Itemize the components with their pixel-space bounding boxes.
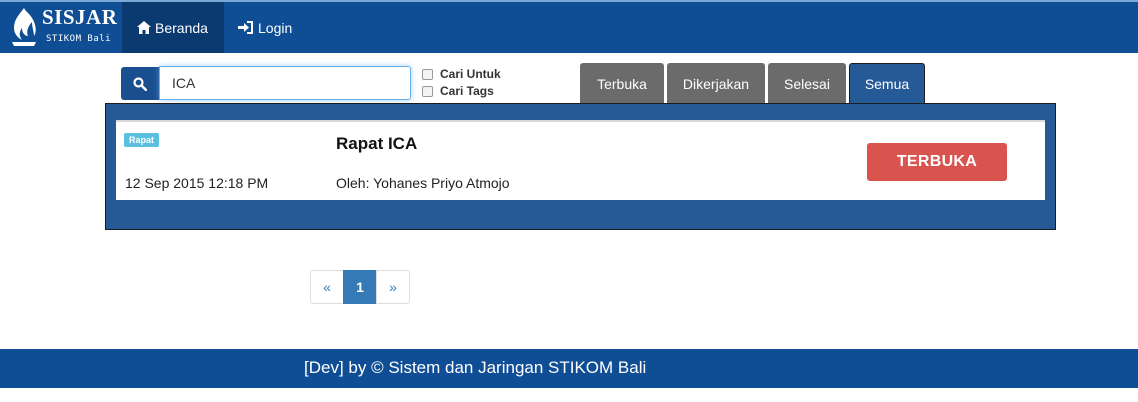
brand-subtitle: STIKOM Bali (46, 34, 112, 44)
search-input[interactable] (159, 66, 411, 100)
nav-login-link[interactable]: Login (224, 2, 314, 53)
tab-dikerjakan[interactable]: Dikerjakan (667, 63, 765, 104)
category-badge: Rapat (124, 133, 160, 147)
cari-tags-label: Cari Tags (440, 84, 494, 98)
search-icon (133, 76, 147, 91)
tab-semua[interactable]: Semua (849, 63, 925, 104)
cari-untuk-checkbox[interactable]: Cari Untuk (422, 67, 501, 81)
flame-logo-icon (12, 8, 36, 46)
search-button[interactable] (121, 67, 159, 100)
footer-text: [Dev] by © Sistem dan Jaringan STIKOM Ba… (304, 358, 647, 377)
cari-tags-box[interactable] (422, 85, 433, 97)
nav-home-link[interactable]: Beranda (122, 2, 224, 53)
item-date: 12 Sep 2015 12:18 PM (125, 175, 269, 191)
pagination-next[interactable]: » (376, 270, 410, 304)
cari-tags-checkbox[interactable]: Cari Tags (422, 84, 494, 98)
status-button[interactable]: TERBUKA (867, 143, 1007, 181)
login-icon (238, 21, 253, 34)
cari-untuk-label: Cari Untuk (440, 67, 501, 81)
brand-logo-link[interactable]: SISJAR STIKOM Bali (0, 2, 122, 53)
top-navbar: SISJAR STIKOM Bali Beranda Login (0, 0, 1138, 53)
footer: [Dev] by © Sistem dan Jaringan STIKOM Ba… (0, 349, 1138, 388)
tab-selesai[interactable]: Selesai (768, 63, 846, 104)
cari-untuk-box[interactable] (422, 68, 433, 80)
pagination-prev[interactable]: « (310, 270, 344, 304)
list-item[interactable]: Rapat 12 Sep 2015 12:18 PM Rapat ICA Ole… (116, 120, 1045, 200)
nav-login-label: Login (258, 19, 293, 36)
results-panel: Rapat 12 Sep 2015 12:18 PM Rapat ICA Ole… (105, 103, 1056, 230)
brand-title: SISJAR (42, 5, 118, 29)
item-author: Oleh: Yohanes Priyo Atmojo (336, 175, 510, 191)
tab-terbuka[interactable]: Terbuka (580, 63, 664, 104)
pagination-page-1[interactable]: 1 (343, 270, 377, 304)
home-icon (137, 21, 151, 34)
item-title[interactable]: Rapat ICA (336, 134, 417, 154)
nav-home-label: Beranda (155, 19, 208, 36)
